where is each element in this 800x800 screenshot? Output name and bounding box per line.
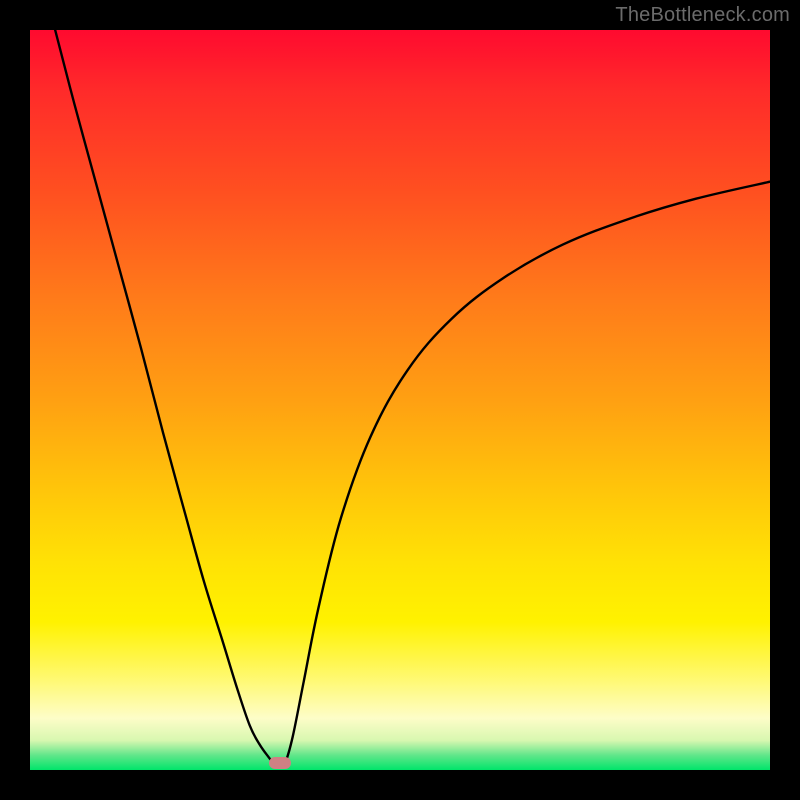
plot-area: [30, 30, 770, 770]
chart-frame: TheBottleneck.com: [0, 0, 800, 800]
bottleneck-curve: [30, 30, 770, 770]
optimum-marker: [269, 757, 291, 769]
watermark-text: TheBottleneck.com: [615, 4, 790, 27]
